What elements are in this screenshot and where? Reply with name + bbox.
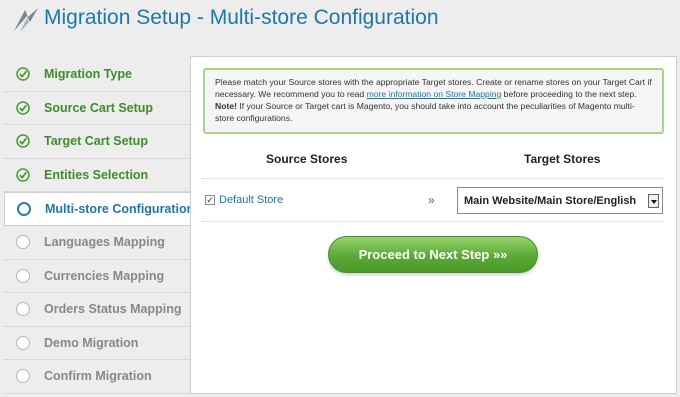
store-mapping-info-link[interactable]: more information on Store Mapping (367, 89, 502, 99)
sidebar-item-orders-status-mapping[interactable]: Orders Status Mapping (4, 293, 190, 327)
check-circle-icon (16, 67, 30, 81)
sidebar-item-label: Orders Status Mapping (44, 302, 182, 317)
empty-circle-icon (16, 302, 30, 317)
sidebar-item-entities-selection[interactable]: Entities Selection (4, 159, 190, 192)
empty-circle-icon (16, 369, 30, 384)
sidebar-item-confirm-migration[interactable]: Confirm Migration (4, 360, 190, 394)
sidebar-item-source-cart-setup[interactable]: Source Cart Setup (4, 92, 190, 125)
sidebar-item-label: Currencies Mapping (44, 268, 165, 283)
header-divider (202, 178, 664, 179)
sidebar-item-demo-migration[interactable]: Demo Migration (4, 327, 190, 360)
sidebar-item-currencies-mapping[interactable]: Currencies Mapping (4, 260, 190, 293)
source-store-link[interactable]: Default Store (219, 194, 283, 206)
sidebar-item-label: Target Cart Setup (44, 134, 148, 149)
sidebar-item-label: Migration Type (44, 67, 132, 82)
check-circle-icon (16, 101, 30, 115)
content-panel: Please match your Source stores with the… (190, 56, 677, 394)
sidebar-item-migration-type[interactable]: Migration Type (4, 58, 190, 92)
note-label: Note! (215, 101, 237, 111)
steps-sidebar: Migration Type Source Cart Setup Target … (4, 58, 195, 394)
sidebar-item-label: Confirm Migration (44, 369, 152, 384)
proceed-next-step-button[interactable]: Proceed to Next Step »» (328, 236, 538, 273)
row-divider (202, 221, 664, 222)
info-notice: Please match your Source stores with the… (203, 68, 664, 134)
sidebar-item-label: Languages Mapping (44, 235, 165, 250)
target-stores-header: Target Stores (524, 152, 601, 166)
note-text: If your Source or Target cart is Magento… (215, 101, 635, 123)
logo-arrow-icon (14, 8, 38, 32)
sidebar-item-multi-store-configuration[interactable]: Multi-store Configuration (4, 192, 195, 226)
store-checkbox[interactable]: ✓ (205, 195, 215, 205)
source-stores-header: Source Stores (266, 152, 348, 166)
check-circle-icon (16, 134, 30, 148)
sidebar-item-label: Demo Migration (44, 335, 139, 350)
sidebar-item-label: Multi-store Configuration (45, 202, 195, 216)
empty-circle-icon (16, 335, 30, 350)
check-circle-icon (16, 168, 30, 182)
dropdown-arrow-icon[interactable] (648, 193, 659, 208)
sidebar-item-target-cart-setup[interactable]: Target Cart Setup (4, 125, 190, 159)
active-step-circle-icon (17, 202, 31, 216)
sidebar-item-languages-mapping[interactable]: Languages Mapping (4, 226, 190, 260)
mapping-arrow-icon: » (428, 193, 435, 207)
empty-circle-icon (16, 268, 30, 283)
header: Migration Setup - Multi-store Configurat… (0, 0, 680, 46)
notice-text: before proceeding to the next step. (501, 89, 637, 99)
page-title: Migration Setup - Multi-store Configurat… (44, 6, 439, 29)
empty-circle-icon (16, 235, 30, 250)
sidebar-item-label: Source Cart Setup (44, 100, 154, 115)
target-store-value: Main Website/Main Store/English (464, 194, 637, 207)
sidebar-item-label: Entities Selection (44, 167, 149, 182)
target-store-select[interactable]: Main Website/Main Store/English (457, 187, 663, 214)
